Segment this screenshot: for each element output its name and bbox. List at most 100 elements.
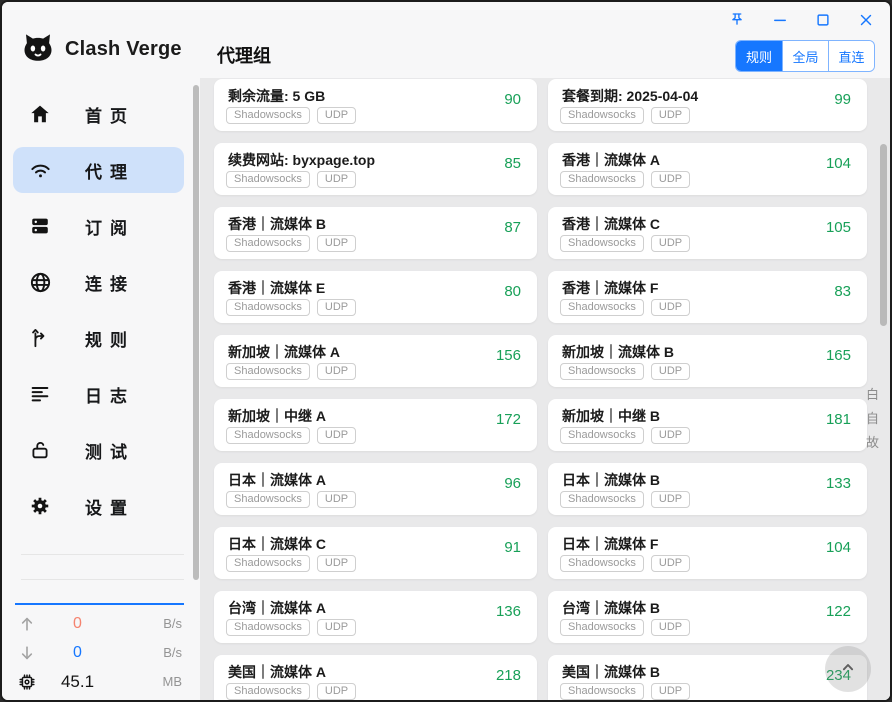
- pin-icon[interactable]: [728, 11, 746, 29]
- traffic-gridline: [21, 554, 184, 555]
- latency-value[interactable]: 96: [504, 475, 521, 492]
- group-letter[interactable]: 白: [866, 388, 879, 402]
- latency-value[interactable]: 105: [826, 219, 851, 236]
- udp-chip: UDP: [317, 363, 356, 380]
- protocol-chip: Shadowsocks: [560, 683, 644, 700]
- proxy-card[interactable]: 日本｜流媒体 C Shadowsocks UDP 91: [214, 527, 537, 579]
- maximize-icon[interactable]: [814, 11, 832, 29]
- group-letter[interactable]: 自: [866, 412, 879, 426]
- sidebar-item-test[interactable]: 测试: [13, 427, 184, 473]
- proxy-card[interactable]: 剩余流量: 5 GB Shadowsocks UDP 90: [214, 79, 537, 131]
- udp-chip: UDP: [651, 363, 690, 380]
- latency-value[interactable]: 85: [504, 155, 521, 172]
- protocol-chip: Shadowsocks: [560, 555, 644, 572]
- sidebar-item-label: 设置: [85, 494, 135, 519]
- proxy-card[interactable]: 香港｜流媒体 F Shadowsocks UDP 83: [548, 271, 867, 323]
- proxy-card[interactable]: 香港｜流媒体 A Shadowsocks UDP 104: [548, 143, 867, 195]
- proxy-card[interactable]: 台湾｜流媒体 B Shadowsocks UDP 122: [548, 591, 867, 643]
- protocol-chip: Shadowsocks: [226, 363, 310, 380]
- proxy-card[interactable]: 新加坡｜中继 B Shadowsocks UDP 181: [548, 399, 867, 451]
- app-window: Clash Verge 首页 代理: [0, 0, 892, 702]
- proxy-tags: Shadowsocks UDP: [560, 299, 690, 316]
- sidebar-item-label: 规则: [85, 326, 135, 351]
- proxy-card[interactable]: 香港｜流媒体 B Shadowsocks UDP 87: [214, 207, 537, 259]
- latency-value[interactable]: 91: [504, 539, 521, 556]
- proxy-card[interactable]: 美国｜流媒体 B Shadowsocks UDP 234: [548, 655, 867, 700]
- sidebar-item-home[interactable]: 首页: [13, 91, 184, 137]
- protocol-chip: Shadowsocks: [560, 171, 644, 188]
- proxy-name: 日本｜流媒体 F: [562, 534, 658, 554]
- traffic-gridline: [21, 579, 184, 580]
- udp-chip: UDP: [651, 619, 690, 636]
- proxy-tags: Shadowsocks UDP: [226, 491, 356, 508]
- latency-value[interactable]: 181: [826, 411, 851, 428]
- latency-value[interactable]: 83: [834, 283, 851, 300]
- proxy-card[interactable]: 台湾｜流媒体 A Shadowsocks UDP 136: [214, 591, 537, 643]
- latency-value[interactable]: 80: [504, 283, 521, 300]
- sidebar-item-subscription[interactable]: 订阅: [13, 203, 184, 249]
- close-icon[interactable]: [857, 11, 875, 29]
- latency-value[interactable]: 104: [826, 155, 851, 172]
- mode-direct-button[interactable]: 直连: [828, 41, 874, 71]
- proxy-name: 日本｜流媒体 A: [228, 470, 326, 490]
- sidebar-item-logs[interactable]: 日志: [13, 371, 184, 417]
- sidebar-item-settings[interactable]: 设置: [13, 483, 184, 529]
- udp-chip: UDP: [317, 683, 356, 700]
- sidebar-item-proxy[interactable]: 代理: [13, 147, 184, 193]
- latency-value[interactable]: 172: [496, 411, 521, 428]
- proxy-card[interactable]: 新加坡｜流媒体 A Shadowsocks UDP 156: [214, 335, 537, 387]
- udp-chip: UDP: [651, 171, 690, 188]
- sidebar-item-connections[interactable]: 连接: [13, 259, 184, 305]
- proxy-tags: Shadowsocks UDP: [560, 171, 690, 188]
- proxy-card[interactable]: 日本｜流媒体 F Shadowsocks UDP 104: [548, 527, 867, 579]
- proxy-card[interactable]: 新加坡｜中继 A Shadowsocks UDP 172: [214, 399, 537, 451]
- proxy-name: 新加坡｜流媒体 A: [228, 342, 340, 362]
- latency-value[interactable]: 99: [834, 91, 851, 108]
- latency-value[interactable]: 104: [826, 539, 851, 556]
- proxy-name: 香港｜流媒体 F: [562, 278, 658, 298]
- latency-value[interactable]: 87: [504, 219, 521, 236]
- proxy-grid: 剩余流量: 5 GB Shadowsocks UDP 90 套餐到期: 2025…: [214, 79, 890, 700]
- mode-global-button[interactable]: 全局: [782, 41, 828, 71]
- proxy-tags: Shadowsocks UDP: [226, 427, 356, 444]
- protocol-chip: Shadowsocks: [226, 619, 310, 636]
- proxy-tags: Shadowsocks UDP: [560, 491, 690, 508]
- proxy-card[interactable]: 日本｜流媒体 A Shadowsocks UDP 96: [214, 463, 537, 515]
- latency-value[interactable]: 122: [826, 603, 851, 620]
- proxy-name: 美国｜流媒体 A: [228, 662, 326, 682]
- content-scrollbar[interactable]: [880, 144, 887, 326]
- memory-unit: MB: [142, 674, 182, 689]
- proxy-name: 香港｜流媒体 C: [562, 214, 660, 234]
- sidebar-scrollbar[interactable]: [193, 85, 199, 580]
- memory-value: 45.1: [39, 672, 142, 692]
- mode-rule-button[interactable]: 规则: [736, 41, 782, 71]
- memory-stat[interactable]: 45.1 MB: [2, 667, 200, 696]
- proxy-tags: Shadowsocks UDP: [226, 299, 356, 316]
- minimize-icon[interactable]: [771, 11, 789, 29]
- proxy-card[interactable]: 套餐到期: 2025-04-04 Shadowsocks UDP 99: [548, 79, 867, 131]
- proxy-card[interactable]: 续费网站: byxpage.top Shadowsocks UDP 85: [214, 143, 537, 195]
- latency-value[interactable]: 156: [496, 347, 521, 364]
- arrow-down-icon: [15, 641, 39, 665]
- proxy-tags: Shadowsocks UDP: [560, 555, 690, 572]
- latency-value[interactable]: 136: [496, 603, 521, 620]
- group-letter-nav: 白 自 故: [866, 388, 879, 450]
- group-letter[interactable]: 故: [866, 436, 879, 450]
- protocol-chip: Shadowsocks: [226, 555, 310, 572]
- udp-chip: UDP: [651, 235, 690, 252]
- scroll-to-top-button[interactable]: [825, 646, 871, 692]
- proxy-card[interactable]: 香港｜流媒体 C Shadowsocks UDP 105: [548, 207, 867, 259]
- proxy-card[interactable]: 新加坡｜流媒体 B Shadowsocks UDP 165: [548, 335, 867, 387]
- proxy-card[interactable]: 香港｜流媒体 E Shadowsocks UDP 80: [214, 271, 537, 323]
- proxy-card[interactable]: 日本｜流媒体 B Shadowsocks UDP 133: [548, 463, 867, 515]
- cpu-icon: [15, 670, 39, 694]
- proxy-name: 香港｜流媒体 E: [228, 278, 325, 298]
- latency-value[interactable]: 218: [496, 667, 521, 684]
- sidebar-item-rules[interactable]: 规则: [13, 315, 184, 361]
- latency-value[interactable]: 165: [826, 347, 851, 364]
- sidebar-item-label: 订阅: [85, 214, 135, 239]
- latency-value[interactable]: 133: [826, 475, 851, 492]
- proxy-card[interactable]: 美国｜流媒体 A Shadowsocks UDP 218: [214, 655, 537, 700]
- traffic-stats: 0 B/s 0 B/s 45.1: [2, 609, 200, 696]
- latency-value[interactable]: 90: [504, 91, 521, 108]
